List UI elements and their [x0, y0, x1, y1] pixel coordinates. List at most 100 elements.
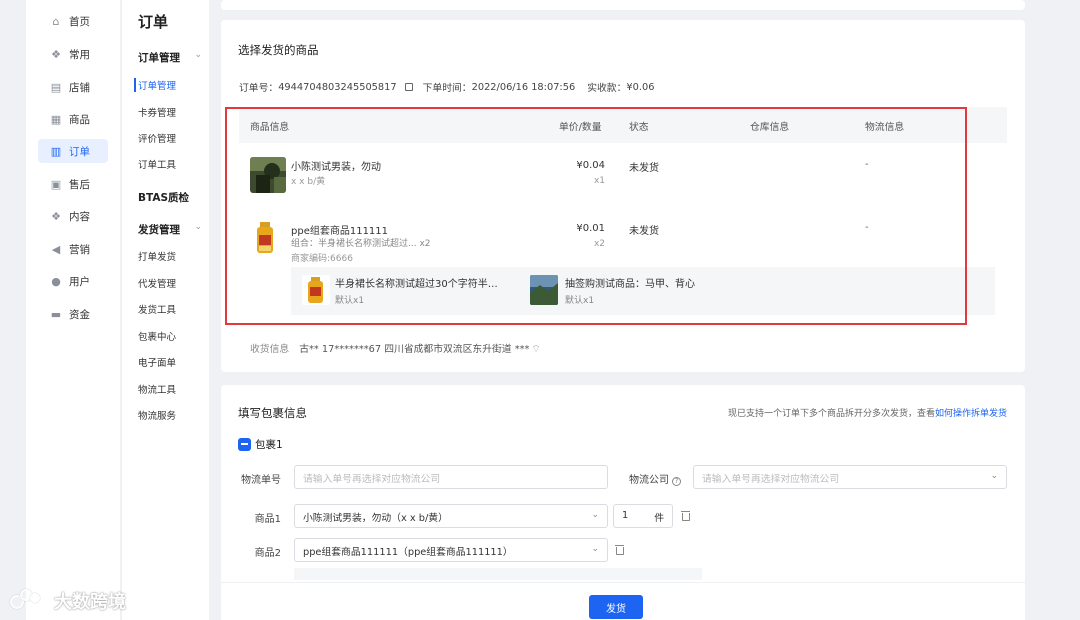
top-card-edge	[221, 0, 1025, 10]
nav-label: 营销	[69, 243, 90, 256]
paid-amount: ¥0.06	[626, 81, 655, 93]
subnav-order-tools[interactable]: 订单工具	[138, 157, 176, 171]
order-icon: ▥	[50, 144, 62, 158]
logistics-info: -	[865, 159, 869, 170]
subnav-dropship[interactable]: 代发管理	[138, 276, 176, 290]
carrier-placeholder: 请输入单号再选择对应物流公司	[702, 474, 840, 485]
goods2-label: 商品2	[254, 548, 281, 559]
qty-value: 1	[622, 510, 629, 521]
tracking-number-input[interactable]: 请输入单号再选择对应物流公司	[294, 465, 608, 489]
tracking-label: 物流单号	[241, 475, 281, 486]
nav-group-btas[interactable]: BTAS质检	[138, 190, 202, 205]
carrier-select[interactable]: 请输入单号再选择对应物流公司 ⌄	[693, 465, 1007, 489]
nav-item-user[interactable]: ● 用户	[50, 271, 90, 291]
col-status: 状态	[629, 122, 649, 133]
nav-label: 内容	[69, 210, 90, 223]
subnav-package-center[interactable]: 包裹中心	[138, 329, 176, 343]
product-combo-spec: 组合：半身裙长名称测试超过... x2	[291, 239, 431, 249]
subitem-spec: 默认x1	[335, 296, 365, 306]
carrier-label-text: 物流公司	[629, 475, 669, 486]
info-icon[interactable]: ?	[672, 476, 681, 486]
col-goods-info: 商品信息	[250, 122, 290, 133]
package-label: 包裹1	[255, 439, 283, 451]
nav-label: 资金	[69, 308, 90, 321]
nav-label: 用户	[69, 275, 90, 288]
ship-button[interactable]: 发货	[589, 595, 643, 619]
subnav-logistics-tools[interactable]: 物流工具	[138, 382, 176, 396]
chevron-down-icon: ⌄	[591, 544, 599, 554]
content-icon: ❖	[51, 209, 61, 223]
order-time: 2022/06/16 18:07:56	[471, 81, 576, 93]
ship-status: 未发货	[629, 226, 659, 237]
shop-icon: ▤	[50, 80, 62, 94]
nav-item-marketing[interactable]: ◀ 营销	[50, 239, 90, 259]
order-no: 4944704803245505817	[278, 81, 397, 93]
product-thumbnail	[250, 219, 286, 255]
address-text: 古** 17*******67 四川省成都市双流区东升街道 ***	[299, 344, 530, 355]
nav-item-common[interactable]: ❖ 常用	[50, 44, 90, 64]
goods1-label: 商品1	[254, 514, 281, 525]
nav-group-order-mgmt[interactable]: 订单管理 ⌄	[138, 50, 202, 65]
split-ship-hint: 现已支持一个订单下多个商品拆开分多次发货，查看如何操作拆单发货	[728, 406, 1007, 419]
order-meta: 订单号： 4944704803245505817 下单时间： 2022/06/16 …	[239, 80, 655, 95]
goods1-qty-input[interactable]: 1件	[613, 504, 673, 528]
subitem-name: 半身裙长名称测试超过30个字符半…	[335, 279, 498, 290]
watermark-logo	[10, 589, 48, 613]
quantity: x1	[593, 176, 605, 186]
apps-icon: ❖	[51, 47, 61, 61]
subnav-logistics-service[interactable]: 物流服务	[138, 408, 176, 422]
product-thumbnail	[250, 157, 286, 193]
goods-icon: ▦	[50, 112, 62, 126]
action-footer: 发货	[221, 582, 1025, 620]
nav-item-home[interactable]: ⌂ 首页	[50, 11, 91, 31]
nav-item-content[interactable]: ❖ 内容	[50, 206, 90, 226]
goods2-select[interactable]: ppe组套商品111111（ppe组套商品111111） ⌄	[294, 538, 608, 562]
subnav-order-mgmt[interactable]: 订单管理	[134, 78, 176, 92]
nav-label: 商品	[69, 113, 90, 126]
goods1-value: 小陈测试男装，勿动（x x b/黄）	[303, 513, 448, 524]
nav-label: 店铺	[69, 81, 90, 94]
split-ship-help-link[interactable]: 如何操作拆单发货	[935, 409, 1007, 419]
qty-unit: 件	[654, 513, 664, 524]
section-heading: 填写包裹信息	[238, 406, 307, 420]
subitem-name: 抽签购测试商品：马甲、背心	[565, 279, 695, 290]
subnav-coupon-mgmt[interactable]: 卡券管理	[138, 105, 176, 119]
subitem-thumbnail	[530, 275, 558, 305]
subnav-print-ship[interactable]: 打单发货	[138, 249, 176, 263]
delete-icon[interactable]	[615, 545, 624, 555]
col-price-qty: 单价/数量	[559, 122, 602, 133]
carrier-label: 物流公司?	[617, 471, 681, 486]
product-name[interactable]: ppe组套商品111111	[291, 222, 388, 237]
subnav-ship-tools[interactable]: 发货工具	[138, 302, 176, 316]
col-warehouse: 仓库信息	[750, 122, 790, 133]
goods1-select[interactable]: 小陈测试男装，勿动（x x b/黄） ⌄	[294, 504, 608, 528]
nav-item-shop[interactable]: ▤ 店铺	[50, 77, 90, 97]
product-spec: x x b/黄	[291, 177, 326, 187]
copy-icon[interactable]: ⌔	[531, 344, 540, 355]
package-icon	[238, 438, 251, 451]
group-label: 订单管理	[138, 52, 180, 64]
order-no-label: 订单号：	[239, 83, 279, 94]
nav-label: 首页	[69, 15, 90, 28]
chevron-down-icon: ⌄	[194, 50, 202, 60]
delete-icon[interactable]	[681, 511, 690, 521]
ship-status: 未发货	[629, 163, 659, 174]
subnav-review-mgmt[interactable]: 评价管理	[138, 131, 176, 145]
nav-item-order[interactable]: ▥ 订单	[38, 139, 108, 163]
nav-item-aftersale[interactable]: ▣ 售后	[50, 174, 90, 194]
select-goods-card: 选择发货的商品 订单号： 4944704803245505817 下单时间： 202…	[221, 20, 1025, 372]
nav-label: 常用	[69, 48, 90, 61]
chevron-down-icon: ⌄	[194, 222, 202, 232]
unit-price: ¥0.04	[576, 160, 605, 171]
nav-item-funds[interactable]: ▬ 资金	[50, 304, 90, 324]
subnav-e-waybill[interactable]: 电子面单	[138, 355, 176, 369]
combo-sub-row	[294, 568, 702, 580]
copy-icon[interactable]	[404, 83, 413, 91]
nav-item-goods[interactable]: ▦ 商品	[50, 109, 90, 129]
group-label: 发货管理	[138, 224, 180, 236]
goods-table-header: 商品信息 单价/数量 状态 仓库信息 物流信息	[239, 107, 1007, 143]
product-name[interactable]: 小陈测试男装，勿动	[291, 158, 381, 173]
marketing-icon: ◀	[51, 242, 61, 256]
nav-group-shipping[interactable]: 发货管理 ⌄	[138, 222, 202, 237]
package-tab[interactable]: 包裹1	[238, 437, 283, 452]
